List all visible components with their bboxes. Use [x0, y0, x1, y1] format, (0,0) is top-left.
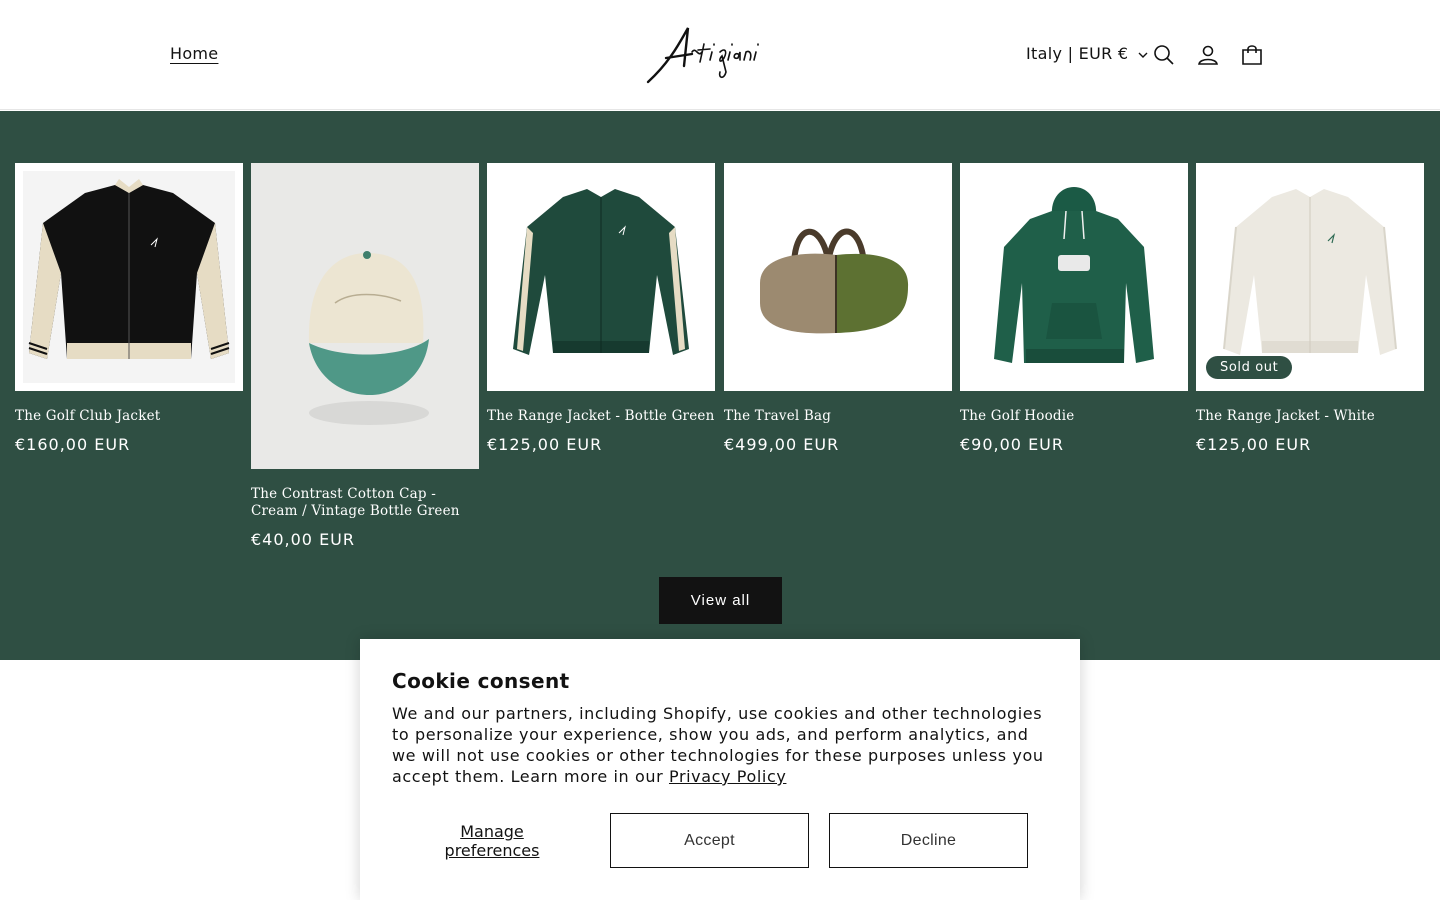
- product-price: €125,00 EUR: [487, 435, 603, 454]
- product-price: €125,00 EUR: [1196, 435, 1312, 454]
- site-header: Home Italy | EUR €: [0, 0, 1440, 110]
- product-card[interactable]: The Golf Club Jacket €160,00 EUR: [15, 163, 243, 454]
- search-icon[interactable]: [1149, 40, 1179, 70]
- product-image-contrast-cap[interactable]: [251, 163, 479, 469]
- product-title[interactable]: The Travel Bag: [724, 408, 952, 425]
- account-icon[interactable]: [1193, 40, 1223, 70]
- product-card[interactable]: The Contrast Cotton Cap - Cream / Vintag…: [251, 163, 479, 549]
- manage-preferences-link[interactable]: Manage preferences: [432, 822, 552, 860]
- country-currency-selector[interactable]: Italy | EUR €: [1026, 44, 1148, 63]
- product-image-golf-hoodie[interactable]: [960, 163, 1188, 391]
- decline-button[interactable]: Decline: [829, 813, 1028, 868]
- product-title[interactable]: The Golf Hoodie: [960, 408, 1188, 425]
- product-card[interactable]: Sold out The Range Jacket - White €125,0…: [1196, 163, 1424, 454]
- product-title[interactable]: The Range Jacket - Bottle Green: [487, 408, 715, 425]
- product-image-range-jacket-white[interactable]: Sold out: [1196, 163, 1424, 391]
- product-image-golf-club-jacket[interactable]: [15, 163, 243, 391]
- brand-logo[interactable]: [640, 22, 800, 88]
- product-card[interactable]: The Travel Bag €499,00 EUR: [724, 163, 952, 454]
- product-price: €499,00 EUR: [724, 435, 840, 454]
- cookie-title: Cookie consent: [392, 669, 570, 693]
- product-price: €160,00 EUR: [15, 435, 131, 454]
- featured-collection: The Golf Club Jacket €160,00 EUR The Con…: [0, 111, 1440, 660]
- view-all-button[interactable]: View all: [659, 577, 782, 624]
- accept-button[interactable]: Accept: [610, 813, 809, 868]
- locale-label: Italy | EUR €: [1026, 44, 1129, 63]
- chevron-down-icon: [1138, 44, 1148, 63]
- product-price: €90,00 EUR: [960, 435, 1065, 454]
- product-image-travel-bag[interactable]: [724, 163, 952, 391]
- product-title[interactable]: The Contrast Cotton Cap - Cream / Vintag…: [251, 486, 479, 520]
- cart-icon[interactable]: [1237, 40, 1267, 70]
- privacy-policy-link[interactable]: Privacy Policy: [669, 767, 786, 786]
- product-price: €40,00 EUR: [251, 530, 356, 549]
- nav-home-link[interactable]: Home: [170, 44, 218, 63]
- product-title[interactable]: The Golf Club Jacket: [15, 408, 243, 425]
- product-image-range-jacket-green[interactable]: [487, 163, 715, 391]
- product-card[interactable]: The Golf Hoodie €90,00 EUR: [960, 163, 1188, 454]
- product-card[interactable]: The Range Jacket - Bottle Green €125,00 …: [487, 163, 715, 454]
- cookie-body: We and our partners, including Shopify, …: [392, 703, 1052, 787]
- product-title[interactable]: The Range Jacket - White: [1196, 408, 1424, 425]
- sold-out-badge: Sold out: [1206, 356, 1293, 379]
